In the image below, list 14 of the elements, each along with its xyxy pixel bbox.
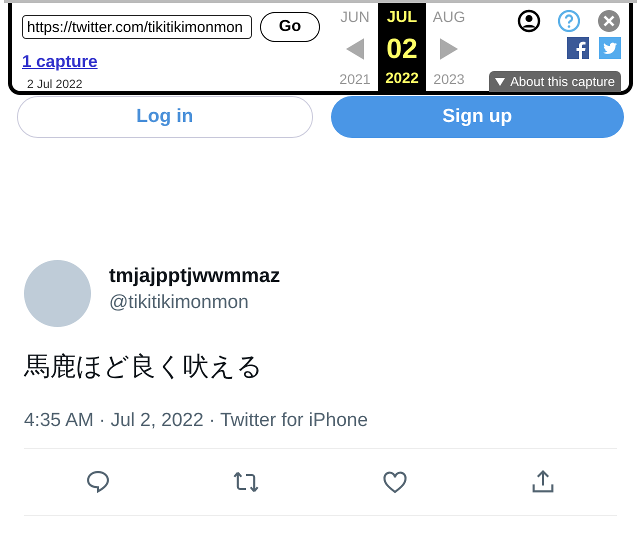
day-label: 02 bbox=[386, 32, 418, 64]
captures-link[interactable]: 1 capture bbox=[22, 52, 98, 72]
go-button[interactable]: Go bbox=[260, 12, 320, 42]
display-name[interactable]: tmjajpptjwwmmaz bbox=[109, 265, 280, 288]
month-label[interactable]: JUL bbox=[386, 9, 418, 27]
capture-date: 2 Jul 2022 bbox=[27, 77, 82, 91]
tweet-meta: 4:35 AM · Jul 2, 2022 · Twitter for iPhone bbox=[24, 410, 368, 432]
year-label[interactable]: 2022 bbox=[385, 70, 419, 87]
about-capture-tab[interactable]: About this capture bbox=[489, 71, 621, 92]
tweet-text: 馬鹿ほど良く吠える bbox=[24, 351, 264, 384]
signup-button[interactable]: Sign up bbox=[330, 96, 624, 138]
login-button[interactable]: Log in bbox=[17, 96, 312, 138]
user-handle[interactable]: @tikitikimonmon bbox=[109, 292, 280, 314]
url-field[interactable]: https://twitter.com/tikitikimonmon bbox=[22, 15, 252, 39]
